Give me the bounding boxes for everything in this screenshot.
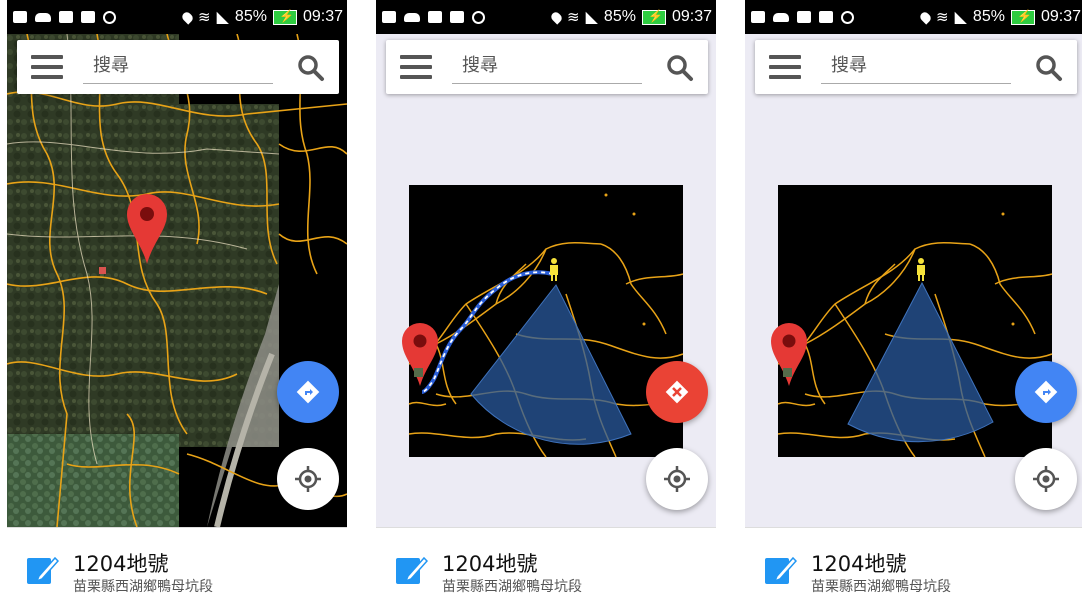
parcel-subtitle: 苗栗縣西湖鄉鴨母坑段: [73, 579, 213, 595]
asus-icon: [59, 11, 73, 23]
parcel-title: 1204地號: [811, 552, 907, 576]
location-status-icon: [918, 9, 933, 25]
status-bar: ≋ ◣ 85% 09:37: [376, 0, 716, 34]
search-icon[interactable]: [666, 54, 694, 82]
asus-icon: [428, 11, 442, 23]
cancel-navigation-button[interactable]: [646, 361, 708, 423]
crosshair-icon: [664, 466, 690, 492]
cloud-icon: [35, 12, 51, 22]
chat-icon: [13, 11, 27, 23]
edit-note-icon[interactable]: [25, 552, 59, 586]
my-location-button[interactable]: [646, 448, 708, 510]
hamburger-menu-icon[interactable]: [769, 55, 801, 79]
signal-icon: ◣: [954, 9, 967, 26]
status-bar: ≋ ◣ 85% 09:37: [7, 0, 347, 34]
location-status-icon: [549, 9, 564, 25]
chat-icon: [751, 11, 765, 23]
parcel-info-panel[interactable]: 1204地號 苗栗縣西湖鄉鴨母坑段: [745, 527, 1082, 611]
search-icon[interactable]: [1035, 54, 1063, 82]
edit-note-icon[interactable]: [763, 552, 797, 586]
asus-icon: [797, 11, 811, 23]
wifi-icon: ≋: [198, 9, 211, 26]
cloud-icon: [773, 12, 789, 22]
directions-icon: [1034, 380, 1058, 404]
search-icon[interactable]: [297, 54, 325, 82]
phone-screen-3: ≋ ◣ 85% 09:37: [745, 0, 1082, 611]
wifi-icon: ≋: [936, 9, 949, 26]
status-bar: ≋ ◣ 85% 09:37: [745, 0, 1082, 34]
search-bar: [755, 40, 1077, 94]
clock: 09:37: [671, 8, 712, 25]
chat-icon: [382, 11, 396, 23]
cancel-directions-icon: [665, 380, 689, 404]
image-icon: [81, 11, 95, 23]
crosshair-icon: [1033, 466, 1059, 492]
search-bar: [386, 40, 708, 94]
battery-percent: 85%: [972, 8, 1005, 25]
location-status-icon: [180, 9, 195, 25]
phone-screen-2: ≋ ◣ 85% 09:37: [376, 0, 716, 611]
clock: 09:37: [1040, 8, 1081, 25]
battery-percent: 85%: [234, 8, 267, 25]
search-bar: [17, 40, 339, 94]
image-icon: [450, 11, 464, 23]
parcel-info-panel[interactable]: 1204地號 苗栗縣西湖鄉鴨母坑段: [7, 527, 347, 611]
battery-charging-icon: [272, 9, 297, 25]
battery-charging-icon: [1010, 9, 1035, 25]
edit-note-icon[interactable]: [394, 552, 428, 586]
crosshair-icon: [295, 466, 321, 492]
search-input[interactable]: [83, 48, 273, 84]
directions-button[interactable]: [277, 361, 339, 423]
directions-button[interactable]: [1015, 361, 1077, 423]
signal-icon: ◣: [585, 9, 598, 26]
parcel-title: 1204地號: [73, 552, 169, 576]
sun-icon: [472, 10, 485, 24]
sun-icon: [103, 10, 116, 24]
clock: 09:37: [302, 8, 343, 25]
battery-percent: 85%: [603, 8, 636, 25]
parcel-title: 1204地號: [442, 552, 538, 576]
wifi-icon: ≋: [567, 9, 580, 26]
battery-charging-icon: [641, 9, 666, 25]
hamburger-menu-icon[interactable]: [31, 55, 63, 79]
signal-icon: ◣: [216, 9, 229, 26]
image-icon: [819, 11, 833, 23]
cloud-icon: [404, 12, 420, 22]
parcel-subtitle: 苗栗縣西湖鄉鴨母坑段: [442, 579, 582, 595]
parcel-info-panel[interactable]: 1204地號 苗栗縣西湖鄉鴨母坑段: [376, 527, 716, 611]
directions-icon: [296, 380, 320, 404]
my-location-button[interactable]: [1015, 448, 1077, 510]
search-input[interactable]: [821, 48, 1011, 84]
sun-icon: [841, 10, 854, 24]
my-location-button[interactable]: [277, 448, 339, 510]
phone-screen-1: ≋ ◣ 85% 09:37: [7, 0, 347, 611]
hamburger-menu-icon[interactable]: [400, 55, 432, 79]
search-input[interactable]: [452, 48, 642, 84]
parcel-subtitle: 苗栗縣西湖鄉鴨母坑段: [811, 579, 951, 595]
